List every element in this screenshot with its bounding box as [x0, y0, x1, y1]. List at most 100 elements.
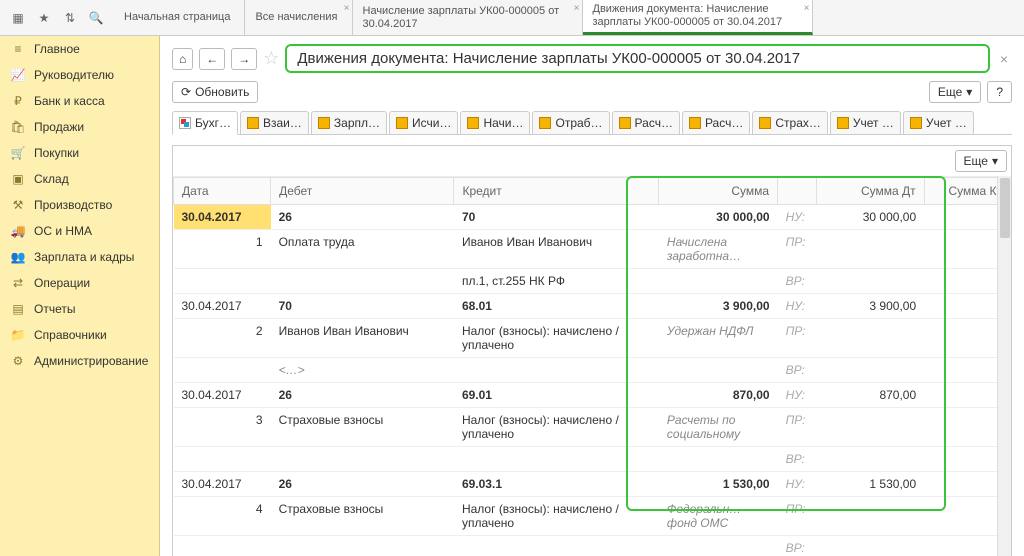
sidebar-item[interactable]: ≡ Главное — [0, 36, 159, 62]
table-row[interactable]: 4Страховые взносыНалог (взносы): начисле… — [174, 497, 1011, 536]
sidebar-item[interactable]: 👥Зарплата и кадры — [0, 244, 159, 270]
tab-close-icon[interactable]: × — [344, 2, 350, 15]
topbar-icons: ▦★⇅🔍 — [0, 0, 114, 35]
window-tab[interactable]: Движения документа: Начисление зарплаты … — [583, 0, 813, 35]
register-tab[interactable]: Страх… — [752, 111, 828, 134]
sidebar-icon: ⚙ — [10, 354, 26, 368]
table-row[interactable]: ВР: — [174, 447, 1011, 472]
sidebar-item[interactable]: 🛒 Покупки — [0, 140, 159, 166]
forward-button[interactable]: → — [231, 48, 257, 70]
window-tab[interactable]: Все начисления× — [245, 0, 352, 35]
close-button[interactable]: × — [996, 51, 1012, 67]
more-label: Еще — [964, 154, 988, 168]
table-row[interactable]: 2Иванов Иван ИвановичНалог (взносы): нач… — [174, 319, 1011, 358]
window-tab[interactable]: Начальная страница — [114, 0, 245, 35]
window-tabs: Начальная страницаВсе начисления×Начисле… — [114, 0, 1024, 35]
back-button[interactable]: ← — [199, 48, 225, 70]
topbar: ▦★⇅🔍 Начальная страницаВсе начисления×На… — [0, 0, 1024, 36]
refresh-button[interactable]: ⟳Обновить — [172, 81, 258, 103]
register-tab[interactable]: Зарпл… — [311, 111, 387, 134]
register-icon — [619, 117, 631, 129]
chevron-down-icon: ▾ — [966, 85, 972, 99]
col-credit[interactable]: Кредит — [454, 178, 659, 205]
sidebar-label: Производство — [34, 198, 112, 212]
help-button[interactable]: ? — [987, 81, 1012, 103]
sidebar-label: Покупки — [34, 146, 79, 160]
sidebar-item[interactable]: ▣Склад — [0, 166, 159, 192]
tab-close-icon[interactable]: × — [574, 2, 580, 15]
sidebar-item[interactable]: ⚒ Производство — [0, 192, 159, 218]
col-debit[interactable]: Дебет — [271, 178, 454, 205]
v-scrollbar[interactable] — [997, 176, 1011, 556]
register-tab[interactable]: Начи… — [460, 111, 530, 134]
table-row[interactable]: 30.04.20172669.03.11 530,00НУ:1 530,00 — [174, 472, 1011, 497]
table-row[interactable]: 30.04.20177068.013 900,00НУ:3 900,00 — [174, 294, 1011, 319]
sidebar-item[interactable]: ⚙ Администрирование — [0, 348, 159, 374]
sidebar-icon: ▣ — [10, 172, 26, 186]
sidebar-icon: ≡ — [10, 42, 26, 56]
sidebar-icon: 🛍 — [10, 120, 26, 134]
refresh-label: Обновить — [195, 85, 249, 99]
register-tab[interactable]: Исчи… — [389, 111, 458, 134]
table-row[interactable]: 3Страховые взносыНалог (взносы): начисле… — [174, 408, 1011, 447]
register-icon — [759, 117, 771, 129]
sidebar-icon: ₽ — [10, 94, 26, 108]
register-tab[interactable]: Расч… — [682, 111, 750, 134]
more-label: Еще — [938, 85, 962, 99]
sidebar-item[interactable]: ⇄Операции — [0, 270, 159, 296]
sidebar-icon: 👥 — [10, 250, 26, 264]
register-tabs: Бухг…Взаи…Зарпл…Исчи…Начи…Отраб…Расч…Рас… — [172, 111, 1012, 135]
register-icon — [837, 117, 849, 129]
table-row[interactable]: 30.04.20172669.01870,00НУ:870,00 — [174, 383, 1011, 408]
col-sumdt[interactable]: Сумма Дт — [816, 178, 924, 205]
sidebar-label: Администрирование — [34, 354, 148, 368]
register-tab[interactable]: Отраб… — [532, 111, 609, 134]
sidebar-item[interactable]: ▤Отчеты — [0, 296, 159, 322]
content: ⌂ ← → ☆ Движения документа: Начисление з… — [160, 36, 1024, 556]
sidebar-icon: 📁 — [10, 328, 26, 342]
topbar-icon[interactable]: 🔍 — [84, 6, 108, 30]
topbar-icon[interactable]: ★ — [32, 6, 56, 30]
table-row[interactable]: 1Оплата трудаИванов Иван ИвановичНачисле… — [174, 230, 1011, 269]
register-tab[interactable]: Учет … — [903, 111, 974, 134]
toolbar: ⟳Обновить Еще ▾ ? — [172, 81, 1012, 103]
more-button[interactable]: Еще ▾ — [929, 81, 981, 103]
sidebar-label: Справочники — [34, 328, 107, 342]
sidebar-item[interactable]: 🚚ОС и НМА — [0, 218, 159, 244]
sidebar-icon: ▤ — [10, 302, 26, 316]
header-row: ⌂ ← → ☆ Движения документа: Начисление з… — [172, 44, 1012, 73]
col-sum[interactable]: Сумма — [659, 178, 778, 205]
table-row[interactable]: <…>ВР: — [174, 358, 1011, 383]
col-date[interactable]: Дата — [174, 178, 271, 205]
register-icon — [396, 117, 408, 129]
topbar-icon[interactable]: ⇅ — [58, 6, 82, 30]
register-icon — [467, 117, 479, 129]
window-tab[interactable]: Начисление зарплаты УК00-000005 от 30.04… — [353, 0, 583, 35]
sidebar-item[interactable]: 📈 Руководителю — [0, 62, 159, 88]
sidebar-item[interactable]: 🛍 Продажи — [0, 114, 159, 140]
table-row[interactable]: 30.04.2017267030 000,00НУ:30 000,00 — [174, 205, 1011, 230]
sidebar-icon: 📈 — [10, 68, 26, 82]
sidebar-label: Руководителю — [34, 68, 114, 82]
postings-table: Дата Дебет Кредит Сумма Сумма Дт Сумма К… — [173, 177, 1011, 556]
favorite-star-icon[interactable]: ☆ — [263, 48, 279, 69]
topbar-icon[interactable]: ▦ — [6, 6, 30, 30]
table-more-button[interactable]: Еще ▾ — [955, 150, 1007, 172]
sidebar-icon: ⇄ — [10, 276, 26, 290]
tab-close-icon[interactable]: × — [804, 2, 810, 15]
sidebar-label: Продажи — [34, 120, 84, 134]
register-tab[interactable]: Взаи… — [240, 111, 309, 134]
sidebar-icon: 🛒 — [10, 146, 26, 160]
register-tab[interactable]: Расч… — [612, 111, 680, 134]
register-icon — [318, 117, 330, 129]
sidebar-icon: ⚒ — [10, 198, 26, 212]
table-row[interactable]: ВР: — [174, 536, 1011, 556]
register-tab[interactable]: Учет … — [830, 111, 901, 134]
register-tab[interactable]: Бухг… — [172, 111, 238, 135]
sidebar-item[interactable]: ₽Банк и касса — [0, 88, 159, 114]
sidebar-item[interactable]: 📁 Справочники — [0, 322, 159, 348]
register-icon — [179, 117, 191, 129]
home-button[interactable]: ⌂ — [172, 48, 193, 70]
table-row[interactable]: пл.1, ст.255 НК РФВР: — [174, 269, 1011, 294]
sidebar-label: Главное — [34, 42, 80, 56]
